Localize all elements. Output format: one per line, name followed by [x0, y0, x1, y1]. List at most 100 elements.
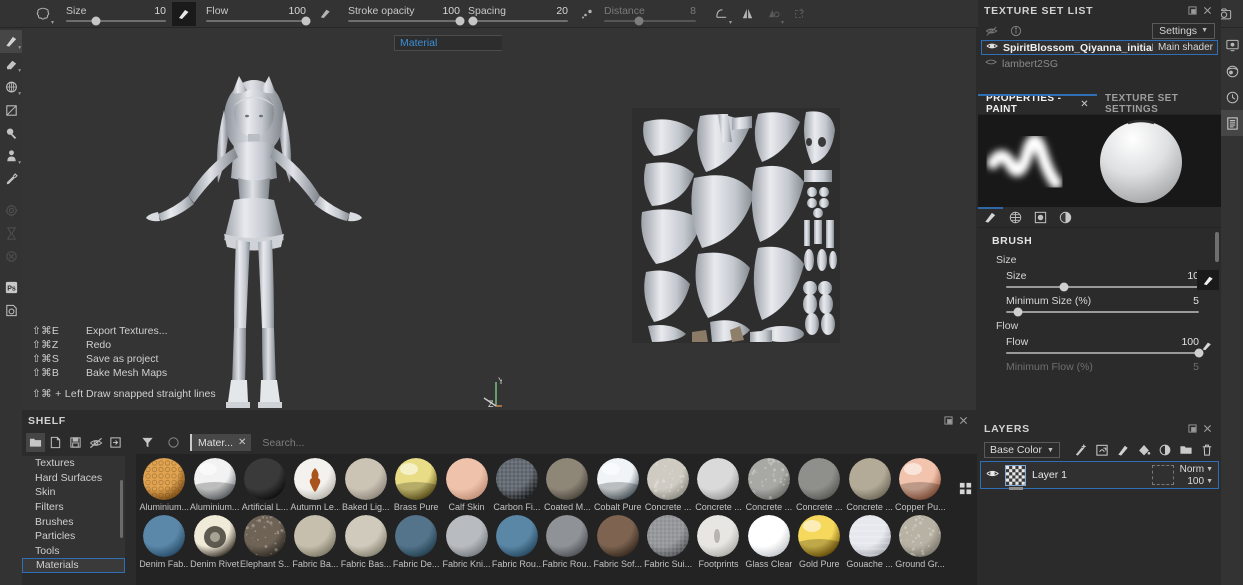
material-thumbnail[interactable]: ⋰ — [899, 515, 941, 557]
material-thumbnail[interactable]: ⋰ — [647, 458, 689, 500]
layer-row[interactable]: Layer 1 Norm ▼ 100 ▼ — [980, 461, 1219, 489]
param-distance[interactable]: Distance 8 — [604, 0, 696, 28]
channel-selector[interactable]: Base Color ▼ — [984, 442, 1060, 458]
material-thumbnail[interactable]: ⋰ — [496, 458, 538, 500]
material-thumbnail[interactable] — [395, 515, 437, 557]
texture-set-row-main[interactable]: SpiritBlossom_Qiyanna_initialShading Mai… — [981, 40, 1218, 55]
material-cell[interactable]: ⋰ Concrete ... — [693, 458, 743, 512]
symmetry-disabled-icon[interactable]: ▾ — [760, 1, 786, 27]
material-thumbnail[interactable]: ⋰ — [697, 458, 739, 500]
material-thumbnail[interactable]: ⋰ — [849, 458, 891, 500]
viewport-uv[interactable]: Material ▼ V U — [502, 28, 976, 410]
material-thumbnail[interactable]: ⋰ — [244, 515, 286, 557]
material-thumbnail[interactable] — [194, 458, 236, 500]
material-cell[interactable]: ⋰ Carbon Fi... — [492, 458, 542, 512]
size-brush-icon[interactable] — [1197, 270, 1219, 290]
add-effect-icon[interactable] — [1072, 442, 1089, 459]
layer-blend-mode[interactable]: Norm ▼ — [1180, 464, 1213, 475]
material-cell[interactable]: ⋰ Concrete ... — [844, 458, 894, 512]
material-thumbnail[interactable]: ⋰ — [748, 515, 790, 557]
prop-minimum-size-track[interactable] — [1006, 311, 1199, 313]
tab-texture-set-settings[interactable]: TEXTURE SET SETTINGS — [1097, 94, 1221, 114]
material-cell[interactable]: Calf Skin — [441, 458, 491, 512]
material-thumbnail[interactable] — [345, 458, 387, 500]
material-thumbnail[interactable]: ⋰ — [143, 515, 185, 557]
material-cell[interactable]: ⋰ Concrete ... — [643, 458, 693, 512]
stamp-shape-icon[interactable]: ▾ — [30, 1, 56, 27]
material-cell[interactable]: ⋰ Denim Rivet — [189, 515, 239, 569]
add-fill-layer-icon[interactable] — [1135, 442, 1152, 459]
texture-set-visibility-icon[interactable] — [985, 57, 997, 70]
material-cell[interactable]: ✹ Footprints — [693, 515, 743, 569]
close-icon[interactable]: ✕ — [1080, 99, 1089, 110]
projection-tool[interactable]: ▾ — [0, 76, 22, 99]
material-cell[interactable]: ⋰ Glass Clear — [744, 515, 794, 569]
layer-visibility-icon[interactable] — [986, 466, 999, 484]
shelf-category-skin[interactable]: Skin — [22, 485, 125, 500]
material-cell[interactable]: Fabric Rou... — [492, 515, 542, 569]
material-cell[interactable]: Fabric Kni... — [441, 515, 491, 569]
shelf-category-scrollbar[interactable] — [120, 480, 123, 538]
shelf-filter-tag[interactable]: Mater... ✕ — [190, 434, 251, 451]
tsl-float-icon[interactable] — [1185, 3, 1200, 18]
layers-close-icon[interactable] — [1200, 421, 1215, 436]
material-cell[interactable]: Fabric Bas... — [341, 515, 391, 569]
display-settings-icon[interactable] — [1221, 32, 1243, 58]
close-icon[interactable]: ✕ — [238, 437, 246, 448]
prop-minimum-size[interactable]: Minimum Size (%) 5 — [978, 293, 1221, 318]
material-thumbnail[interactable] — [446, 515, 488, 557]
material-cell[interactable]: ⋰ Fabric Sui... — [643, 515, 693, 569]
material-cell[interactable]: Cobalt Pure — [593, 458, 643, 512]
material-thumbnail[interactable]: ✹ — [294, 458, 336, 500]
layer-thumbnail[interactable] — [1005, 465, 1026, 486]
brush-settings-tab[interactable] — [978, 207, 1003, 227]
shelf-category-filters[interactable]: Filters — [22, 500, 125, 515]
paint-brush-tool[interactable]: ▾ — [0, 30, 22, 53]
log-icon[interactable] — [1221, 110, 1243, 136]
prop-flow-track[interactable] — [1006, 352, 1199, 354]
texture-set-visibility-icon[interactable] — [986, 41, 998, 54]
material-thumbnail[interactable] — [395, 458, 437, 500]
material-thumbnail[interactable] — [899, 458, 941, 500]
param-size[interactable]: Size 10 — [66, 0, 166, 28]
material-cell[interactable]: ⋰ Concrete ... — [794, 458, 844, 512]
hide-icon[interactable] — [86, 433, 105, 452]
grid-view-icon[interactable] — [958, 481, 973, 496]
viewport-3d-shader-dropdown[interactable]: Material ▼ — [394, 35, 519, 51]
material-cell[interactable]: ⋰ Denim Fab... — [139, 515, 189, 569]
tab-properties-paint[interactable]: PROPERTIES - PAINT ✕ — [978, 94, 1097, 114]
material-cell[interactable]: ⋰ Elephant S... — [240, 515, 290, 569]
particle-tool[interactable] — [0, 222, 22, 245]
photoshop-link-tool[interactable]: Ps — [0, 276, 22, 299]
material-cell[interactable]: ⋰ Coated M... — [542, 458, 592, 512]
info-icon[interactable] — [1008, 23, 1023, 38]
material-cell[interactable]: Artificial L... — [240, 458, 290, 512]
polygon-fill-tool[interactable] — [0, 99, 22, 122]
prop-flow[interactable]: Flow 100 — [978, 334, 1221, 359]
material-thumbnail[interactable] — [244, 458, 286, 500]
material-thumbnail[interactable]: ⋰ — [647, 515, 689, 557]
material-cell[interactable]: Aluminium... — [189, 458, 239, 512]
material-cell[interactable]: Copper Pu... — [895, 458, 945, 512]
properties-scrollbar[interactable] — [1215, 232, 1219, 262]
add-folder-icon[interactable] — [1177, 442, 1194, 459]
param-stroke-opacity[interactable]: Stroke opacity 100 — [348, 0, 460, 28]
material-thumbnail[interactable] — [496, 515, 538, 557]
history-icon[interactable] — [1221, 84, 1243, 110]
prop-size[interactable]: Size 10 — [978, 268, 1221, 293]
material-thumbnail[interactable] — [345, 515, 387, 557]
tsl-close-icon[interactable] — [1200, 3, 1215, 18]
material-settings-tab[interactable] — [1053, 207, 1078, 227]
material-thumbnail[interactable] — [446, 458, 488, 500]
shelf-search-input[interactable]: Search... — [258, 437, 304, 449]
texture-set-row-lambert[interactable]: lambert2SG — [981, 56, 1218, 71]
alpha-settings-tab[interactable] — [1003, 207, 1028, 227]
import-icon[interactable] — [106, 433, 125, 452]
tiling-icon[interactable] — [786, 1, 812, 27]
environment-settings-icon[interactable] — [1221, 58, 1243, 84]
folder-icon[interactable] — [26, 433, 45, 452]
shelf-category-textures[interactable]: Textures — [22, 456, 125, 471]
filter-funnel-icon[interactable] — [138, 433, 157, 452]
viewport-uv-canvas[interactable] — [502, 28, 976, 410]
delete-layer-icon[interactable] — [1198, 442, 1215, 459]
